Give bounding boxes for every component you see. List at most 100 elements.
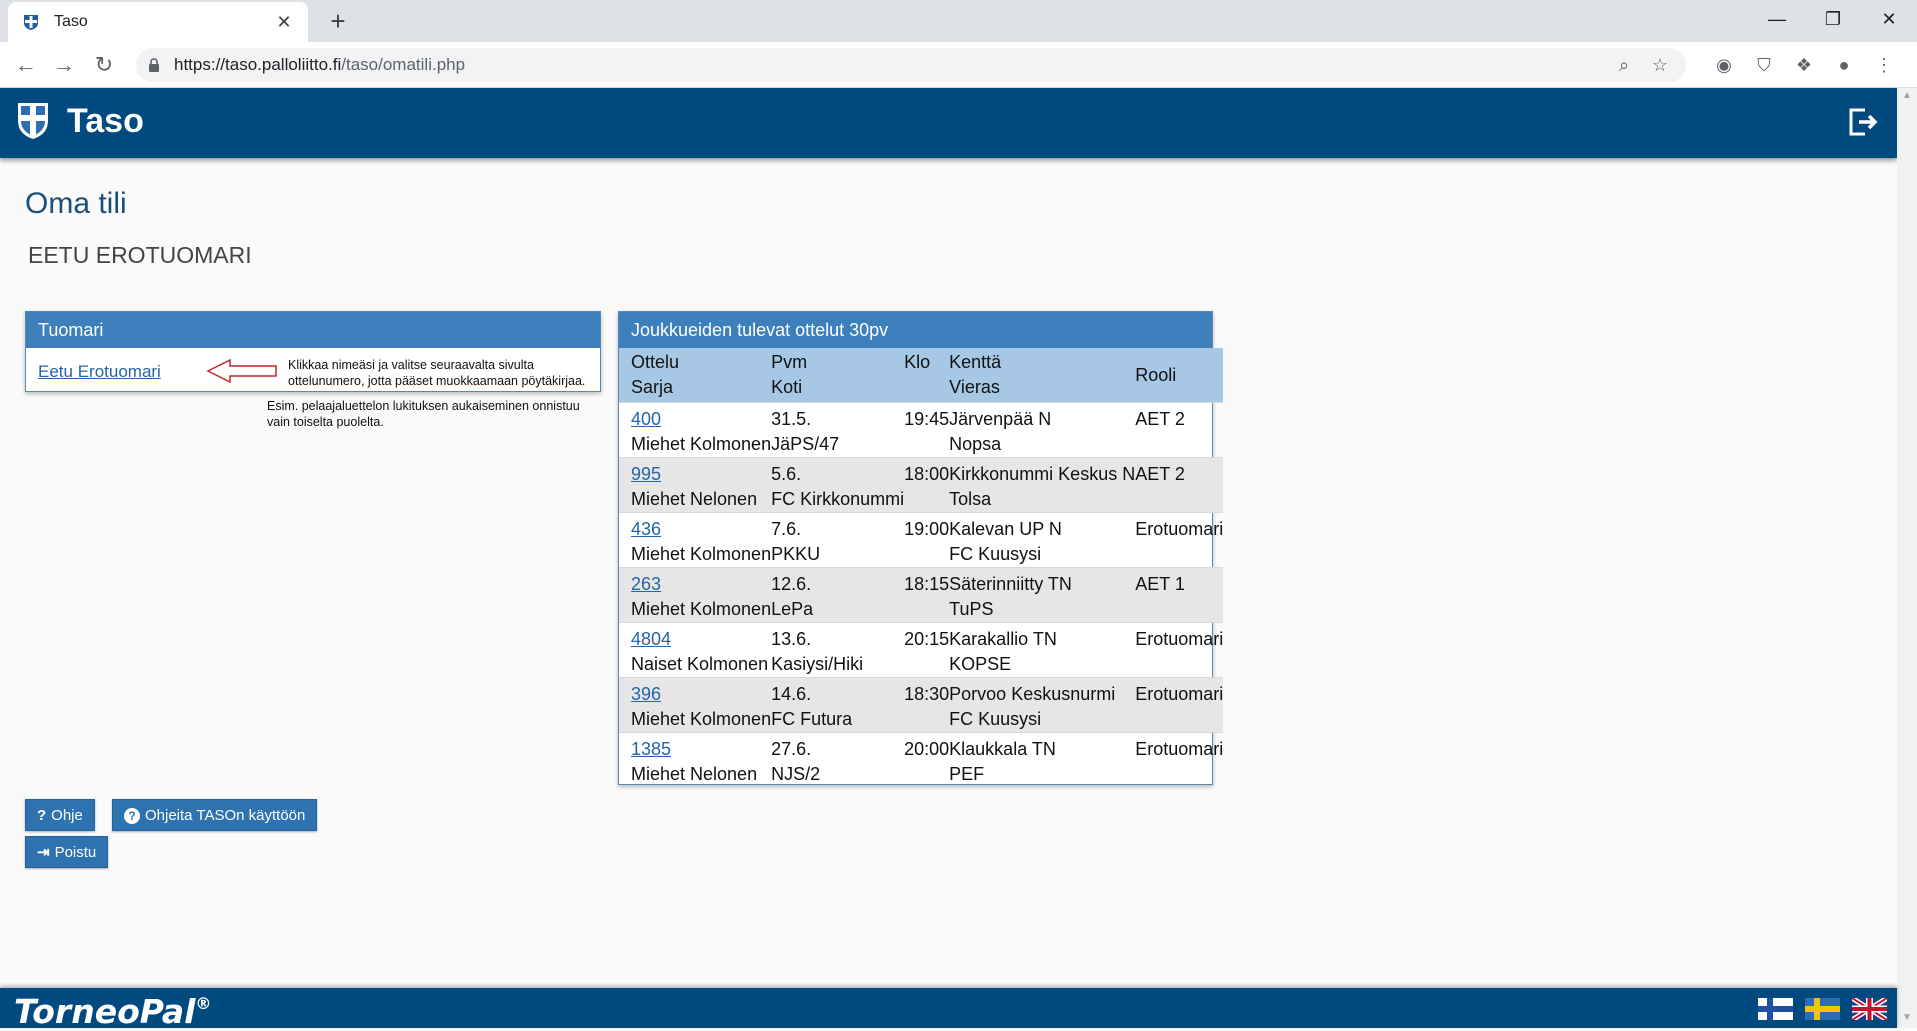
match-number-link[interactable]: 436 [631,519,661,539]
finnish-flag-icon[interactable] [1758,998,1793,1020]
tab-close-icon[interactable]: ✕ [274,12,294,33]
away-team-text: TuPS [949,599,994,619]
cell-kentta-vieras: Kirkkonummi Keskus N Tolsa [949,457,1136,513]
url-text[interactable]: https://taso.palloliitto.fi/taso/omatili… [174,55,1602,75]
question-circle-icon: ? [124,808,140,824]
header-rooli: Rooli [1135,364,1177,385]
cell-klo: 19:00 [904,512,950,568]
restore-button[interactable]: ❐ [1805,0,1861,40]
field-text: Kirkkonummi Keskus N [949,464,1136,484]
page-scrollbar[interactable]: ▲ ▼ [1897,88,1917,1028]
swedish-flag-icon[interactable] [1805,998,1840,1020]
tab-title: Taso [54,13,88,30]
cell-kentta-vieras: Järvenpää N Nopsa [949,402,1136,458]
role-text: Erotuomari [1135,629,1224,649]
forward-arrow-icon[interactable]: → [48,49,80,81]
field-text: Kalevan UP N [949,519,1062,539]
cell-rooli: Erotuomari [1135,732,1224,788]
torneopal-logo[interactable]: TorneoPal® [14,992,211,1031]
help-button[interactable]: ? Ohje [25,799,95,831]
cell-rooli: AET 1 [1135,567,1224,623]
scroll-down-icon[interactable]: ▼ [1902,1012,1912,1023]
match-number-link[interactable]: 1385 [631,739,671,759]
field-text: Säterinniitty TN [949,574,1072,594]
cell-ottelu-sarja: 4804 Naiset Kolmonen [619,622,772,678]
palloliitto-logo-icon[interactable] [16,99,50,141]
table-row: 4804 Naiset Kolmonen 13.6. Kasiysi/Hiki 20:1… [619,622,1224,678]
url-path: /taso/omatili.php [341,55,466,74]
matches-panel-heading: Joukkueiden tulevat ottelut 30pv [619,312,1212,348]
home-team-text: NJS/2 [771,764,821,784]
series-text: Naiset Kolmonen [631,654,769,674]
cell-rooli: Erotuomari [1135,677,1224,733]
role-text: Erotuomari [1135,739,1224,759]
extension-leaf-icon[interactable]: ❖ [1791,52,1817,78]
guides-button[interactable]: ? Ohjeita TASOn käyttöön [112,799,318,831]
match-number-link[interactable]: 263 [631,574,661,594]
question-icon: ? [37,807,47,824]
home-team-text: FC Kirkkonummi [771,489,905,509]
away-team-text: PEF [949,764,985,784]
cell-klo: 20:15 [904,622,950,678]
date-text: 12.6. [771,574,812,594]
profile-avatar-icon[interactable]: ● [1831,52,1857,78]
header-koti: Koti [771,377,803,397]
column-header-pvm: Pvm Koti [771,348,905,403]
language-selector [1758,998,1887,1020]
cell-klo: 18:15 [904,567,950,623]
time-text: 20:00 [904,739,950,759]
header-pvm: Pvm [771,352,808,372]
table-row: 436 Miehet Kolmonen 7.6. PKKU 19:00 Kalevan U… [619,512,1224,568]
match-number-link[interactable]: 396 [631,684,661,704]
logout-button-label: Poistu [54,844,97,861]
time-text: 19:00 [904,519,950,539]
referee-panel-heading: Tuomari [26,312,600,348]
date-text: 7.6. [771,519,802,539]
referee-panel: Tuomari Eetu Erotuomari Klikkaa nimeäsi … [25,311,601,392]
new-tab-button[interactable]: + [322,6,354,38]
extension-icons: ◉ ⛉ ❖ ● ⋮ [1711,49,1897,81]
cell-klo: 20:00 [904,732,950,788]
browser-menu-icon[interactable]: ⋮ [1871,52,1897,78]
time-text: 18:30 [904,684,950,704]
header-kentta: Kenttä [949,352,1002,372]
table-row: 995 Miehet Nelonen 5.6. FC Kirkkonummi 18:00… [619,457,1224,513]
logout-button[interactable]: ⇥ Poistu [25,836,109,868]
field-text: Järvenpää N [949,409,1052,429]
cell-ottelu-sarja: 263 Miehet Kolmonen [619,567,772,623]
browser-tab-bar: Taso ✕ + — ❐ ✕ [0,0,1917,42]
minimize-button[interactable]: — [1749,0,1805,40]
match-number-link[interactable]: 400 [631,409,661,429]
address-bar[interactable]: https://taso.palloliitto.fi/taso/omatili… [136,48,1686,82]
pointing-arrow-icon [206,358,277,384]
column-header-rooli: Rooli [1135,348,1224,403]
bookmark-star-icon[interactable]: ☆ [1646,55,1674,76]
cell-rooli: Erotuomari [1135,622,1224,678]
home-team-text: FC Futura [771,709,853,729]
table-header-row: Ottelu Sarja Pvm Koti Klo Kenttä Vieras Roo… [619,348,1224,403]
away-team-text: Tolsa [949,489,992,509]
cell-klo: 18:30 [904,677,950,733]
cell-ottelu-sarja: 436 Miehet Kolmonen [619,512,772,568]
scroll-up-icon[interactable]: ▲ [1902,90,1912,101]
referee-name-link[interactable]: Eetu Erotuomari [38,362,161,382]
reload-icon[interactable]: ↻ [88,49,120,81]
extension-shield-icon[interactable]: ⛉ [1751,52,1777,78]
match-number-link[interactable]: 4804 [631,629,671,649]
zoom-icon[interactable]: ⌕ [1610,55,1638,76]
user-name: EETU EROTUOMARI [28,242,252,268]
close-window-button[interactable]: ✕ [1861,0,1917,40]
lock-icon [149,58,159,72]
match-number-link[interactable]: 995 [631,464,661,484]
column-header-klo: Klo [904,348,950,403]
cell-kentta-vieras: Porvoo Keskusnurmi FC Kuusysi [949,677,1136,733]
header-ottelu: Ottelu [631,352,680,372]
footer: TorneoPal® [0,988,1897,1031]
table-row: 1385 Miehet Nelonen 27.6. NJS/2 20:00 Klaukka… [619,732,1224,788]
extension-eye-icon[interactable]: ◉ [1711,52,1737,78]
back-arrow-icon[interactable]: ← [10,49,42,81]
browser-tab[interactable]: Taso ✕ [8,2,308,42]
logout-icon[interactable] [1847,106,1879,138]
footer-brand-text: TorneoPal [14,992,196,1031]
uk-flag-icon[interactable] [1852,998,1887,1020]
